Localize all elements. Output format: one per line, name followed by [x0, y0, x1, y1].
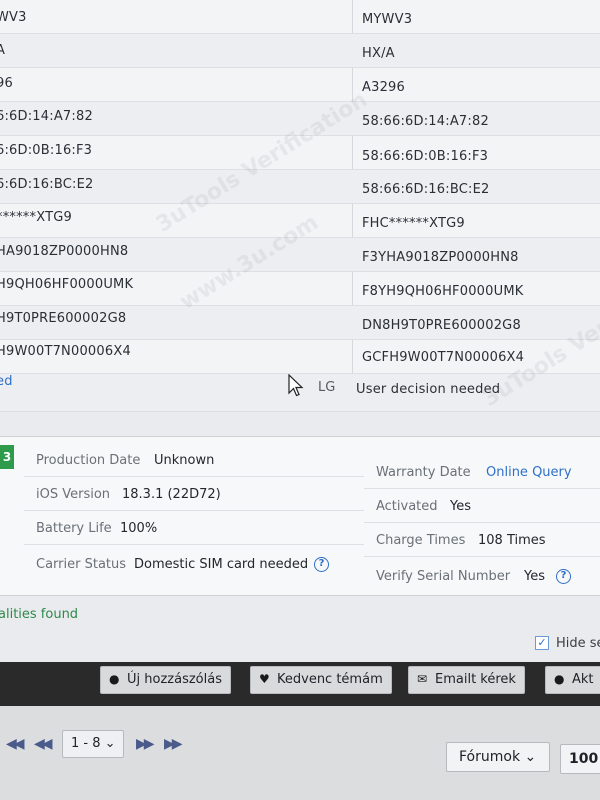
- activated-label: Activated: [376, 499, 438, 514]
- right-cell: HX/A: [362, 46, 395, 61]
- ios-version-value: 18.3.1 (22D72): [122, 487, 221, 502]
- left-cell: H9QH06HF0000UMK: [0, 277, 134, 292]
- table-row: 6:6D:14:A7:82 58:66:6D:14:A7:82: [0, 102, 600, 136]
- page-range-select[interactable]: 1 - 8 ⌄: [62, 730, 124, 758]
- carrier-status-label: Carrier Status: [36, 557, 127, 572]
- table-row: 96 A3296: [0, 68, 600, 102]
- hide-checkbox[interactable]: ✓: [535, 636, 549, 650]
- right-cell: A3296: [362, 80, 405, 95]
- table-row: 6:6D:0B:16:F3 58:66:6D:0B:16:F3: [0, 136, 600, 170]
- left-cell: A: [0, 43, 6, 58]
- battery-life-value: 100%: [120, 521, 158, 536]
- table-row: H9T0PRE600002G8 DN8H9T0PRE600002G8: [0, 306, 600, 340]
- chat-icon: ●: [554, 672, 565, 686]
- heart-icon: ♥: [259, 672, 270, 686]
- first-page-icon[interactable]: ◀◀: [6, 736, 24, 752]
- chevron-down-icon: ⌄: [524, 749, 537, 765]
- forums-label: Fórumok: [459, 749, 521, 765]
- verify-serial-row: Verify Serial Number Yes ?: [364, 561, 600, 593]
- activated-row: Activated Yes: [364, 491, 600, 523]
- right-cell: MYWV3: [362, 12, 413, 27]
- right-cell: DN8H9T0PRE600002G8: [362, 318, 521, 333]
- mouse-cursor-icon: [288, 374, 304, 397]
- per-page-count[interactable]: 100: [560, 744, 600, 774]
- left-cell[interactable]: ed: [0, 374, 13, 389]
- anomalies-status: alities found: [0, 607, 79, 622]
- production-date-row: Production Date Unknown: [24, 445, 364, 477]
- left-cell: ******XTG9: [0, 210, 72, 225]
- left-cell: 96: [0, 76, 13, 91]
- left-cell: 6:6D:0B:16:F3: [0, 143, 93, 158]
- production-date-value: Unknown: [154, 453, 215, 468]
- table-row: H9QH06HF0000UMK F8YH9QH06HF0000UMK: [0, 272, 600, 306]
- verify-serial-label: Verify Serial Number: [376, 569, 511, 584]
- production-date-label: Production Date: [36, 453, 141, 468]
- per-page-value: 100: [569, 751, 599, 767]
- screen: WV3 MYWV3 A HX/A 96 A3296 6:6D:14:A7:82 …: [0, 0, 600, 800]
- left-cell: 6:6D:14:A7:82: [0, 109, 93, 124]
- new-comment-button[interactable]: ● Új hozzászólás: [100, 666, 231, 694]
- left-cell: H9T0PRE600002G8: [0, 311, 127, 326]
- right-cell: 58:66:6D:14:A7:82: [362, 114, 489, 129]
- table-row: ******XTG9 FHC******XTG9: [0, 204, 600, 238]
- ios-version-label: iOS Version: [36, 487, 111, 502]
- favorite-topic-label: Kedvenc témám: [277, 672, 383, 687]
- table-row: 6:6D:16:BC:E2 58:66:6D:16:BC:E2: [0, 170, 600, 204]
- battery-life-label: Battery Life: [36, 521, 112, 536]
- page-range-value: 1 - 8: [71, 736, 101, 751]
- carrier-status-row: Carrier Status Domestic SIM card needed …: [24, 549, 364, 581]
- hide-label: Hide se: [556, 636, 600, 651]
- left-cell: WV3: [0, 10, 27, 25]
- left-cell: 6:6D:16:BC:E2: [0, 177, 94, 192]
- right-cell: GCFH9W00T7N00006X4: [362, 350, 525, 365]
- warranty-date-row: Warranty Date Online Query: [364, 457, 600, 489]
- favorite-topic-button[interactable]: ♥ Kedvenc témám: [250, 666, 392, 694]
- forums-dropdown[interactable]: Fórumok ⌄: [446, 742, 550, 772]
- table-row: H9W00T7N00006X4 GCFH9W00T7N00006X4: [0, 340, 600, 374]
- verify-serial-value: Yes: [524, 569, 545, 584]
- charge-times-value: 108 Times: [478, 533, 546, 548]
- warranty-online-query-link[interactable]: Online Query: [486, 465, 572, 480]
- verification-table: WV3 MYWV3 A HX/A 96 A3296 6:6D:14:A7:82 …: [0, 0, 600, 412]
- right-cell: F8YH9QH06HF0000UMK: [362, 284, 524, 299]
- device-info-panel: 3 Production Date Unknown iOS Version 18…: [0, 436, 600, 596]
- new-comment-label: Új hozzászólás: [127, 672, 222, 687]
- last-page-icon[interactable]: ▶▶: [164, 736, 182, 752]
- charge-times-row: Charge Times 108 Times: [364, 525, 600, 557]
- left-cell: HA9018ZP0000HN8: [0, 244, 129, 259]
- activated-value: Yes: [450, 499, 471, 514]
- right-cell: 58:66:6D:0B:16:F3: [362, 149, 489, 164]
- charge-times-label: Charge Times: [376, 533, 466, 548]
- help-icon[interactable]: ?: [314, 557, 329, 572]
- envelope-icon: ✉: [417, 672, 428, 686]
- chevron-down-icon: ⌄: [104, 736, 116, 751]
- table-row: HA9018ZP0000HN8 F3YHA9018ZP0000HN8: [0, 238, 600, 272]
- carrier-status-value: Domestic SIM card needed: [134, 557, 309, 572]
- active-label: Akt: [572, 672, 594, 687]
- email-request-button[interactable]: ✉ Emailt kérek: [408, 666, 525, 694]
- next-page-icon[interactable]: ▶▶: [136, 736, 154, 752]
- table-row: WV3 MYWV3: [0, 0, 600, 34]
- user-decision-text: User decision needed: [356, 382, 501, 397]
- warranty-date-label: Warranty Date: [376, 465, 471, 480]
- table-row: A HX/A: [0, 34, 600, 68]
- speech-bubble-icon: ●: [109, 672, 120, 686]
- left-cell: H9W00T7N00006X4: [0, 344, 131, 359]
- help-icon[interactable]: ?: [556, 569, 571, 584]
- lg-label: LG: [318, 380, 336, 395]
- right-cell: 58:66:6D:16:BC:E2: [362, 182, 490, 197]
- previous-page-icon[interactable]: ◀◀: [34, 736, 52, 752]
- email-request-label: Emailt kérek: [435, 672, 516, 687]
- battery-life-row: Battery Life 100%: [24, 513, 364, 545]
- ios-version-row: iOS Version 18.3.1 (22D72): [24, 479, 364, 511]
- right-cell: F3YHA9018ZP0000HN8: [362, 250, 519, 265]
- active-button[interactable]: ● Akt: [545, 666, 600, 694]
- right-cell: FHC******XTG9: [362, 216, 465, 231]
- status-badge: 3: [0, 445, 14, 469]
